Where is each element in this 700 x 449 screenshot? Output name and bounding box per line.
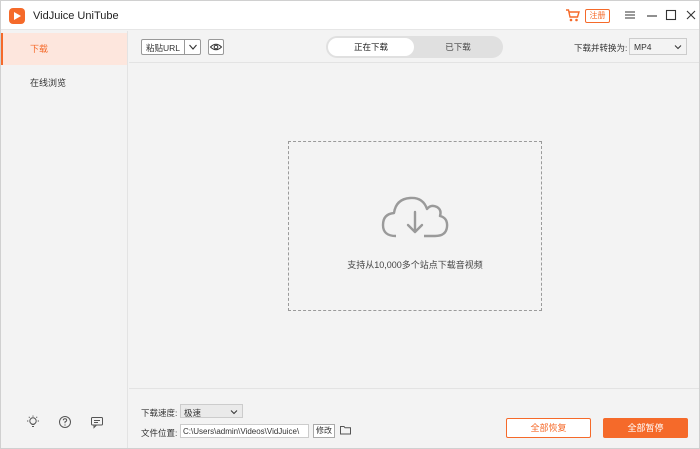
chevron-down-icon[interactable] xyxy=(186,41,200,53)
format-select[interactable]: MP4 xyxy=(629,38,687,55)
chevron-down-icon xyxy=(230,410,238,415)
register-button[interactable]: 注册 xyxy=(585,9,610,23)
file-location-value: C:\Users\admin\Videos\VidJuice\ xyxy=(183,427,300,436)
app-title: VidJuice UniTube xyxy=(33,10,119,22)
help-icon[interactable] xyxy=(58,415,72,429)
maximize-icon[interactable] xyxy=(664,8,678,22)
tab-downloading[interactable]: 正在下载 xyxy=(328,38,414,56)
feedback-icon[interactable] xyxy=(90,415,104,429)
close-icon[interactable] xyxy=(684,8,698,22)
sidebar: 下载 在线浏览 xyxy=(1,31,128,448)
minimize-icon[interactable] xyxy=(645,8,659,22)
pause-all-button[interactable]: 全部暂停 xyxy=(603,418,688,438)
toolbar: 粘贴URL 正在下载 已下载 下载并转换为: MP4 xyxy=(129,31,699,63)
divider xyxy=(184,40,185,54)
app-logo-icon xyxy=(9,8,25,24)
modify-location-button[interactable]: 修改 xyxy=(313,424,335,438)
bulb-icon[interactable] xyxy=(26,415,40,429)
convert-label: 下载并转换为: xyxy=(574,43,628,53)
url-drop-zone[interactable]: 支持从10,000多个站点下载音视频 xyxy=(288,141,542,311)
paste-url-label: 粘贴URL xyxy=(146,43,181,53)
cart-icon[interactable] xyxy=(566,9,580,22)
menu-icon[interactable] xyxy=(623,8,637,22)
eye-icon xyxy=(209,43,223,51)
cloud-download-icon xyxy=(381,196,449,238)
speed-label: 下载速度: xyxy=(141,408,178,418)
format-value: MP4 xyxy=(634,42,652,52)
download-tabs: 正在下载 已下载 xyxy=(326,36,503,58)
speed-select[interactable]: 极速 xyxy=(180,404,243,418)
resume-all-button[interactable]: 全部恢复 xyxy=(506,418,591,438)
file-location-field[interactable]: C:\Users\admin\Videos\VidJuice\ xyxy=(180,424,309,438)
sidebar-item-online-browse[interactable]: 在线浏览 xyxy=(1,67,127,99)
drop-zone-text: 支持从10,000多个站点下载音视频 xyxy=(347,260,483,270)
chevron-down-icon xyxy=(674,45,682,50)
app-window: VidJuice UniTube 注册 下载 在线浏览 粘贴URL 正在下载 已… xyxy=(0,0,700,449)
sidebar-item-download[interactable]: 下载 xyxy=(1,33,127,65)
title-bar: VidJuice UniTube 注册 xyxy=(1,1,699,30)
folder-icon[interactable] xyxy=(340,425,351,435)
footer-bar: 下载速度: 极速 文件位置: C:\Users\admin\Videos\Vid… xyxy=(129,388,699,448)
tab-downloaded[interactable]: 已下载 xyxy=(415,38,501,56)
speed-value: 极速 xyxy=(184,408,202,418)
preview-toggle-button[interactable] xyxy=(208,39,224,55)
file-location-label: 文件位置: xyxy=(141,428,178,438)
paste-url-button[interactable]: 粘贴URL xyxy=(141,39,201,55)
